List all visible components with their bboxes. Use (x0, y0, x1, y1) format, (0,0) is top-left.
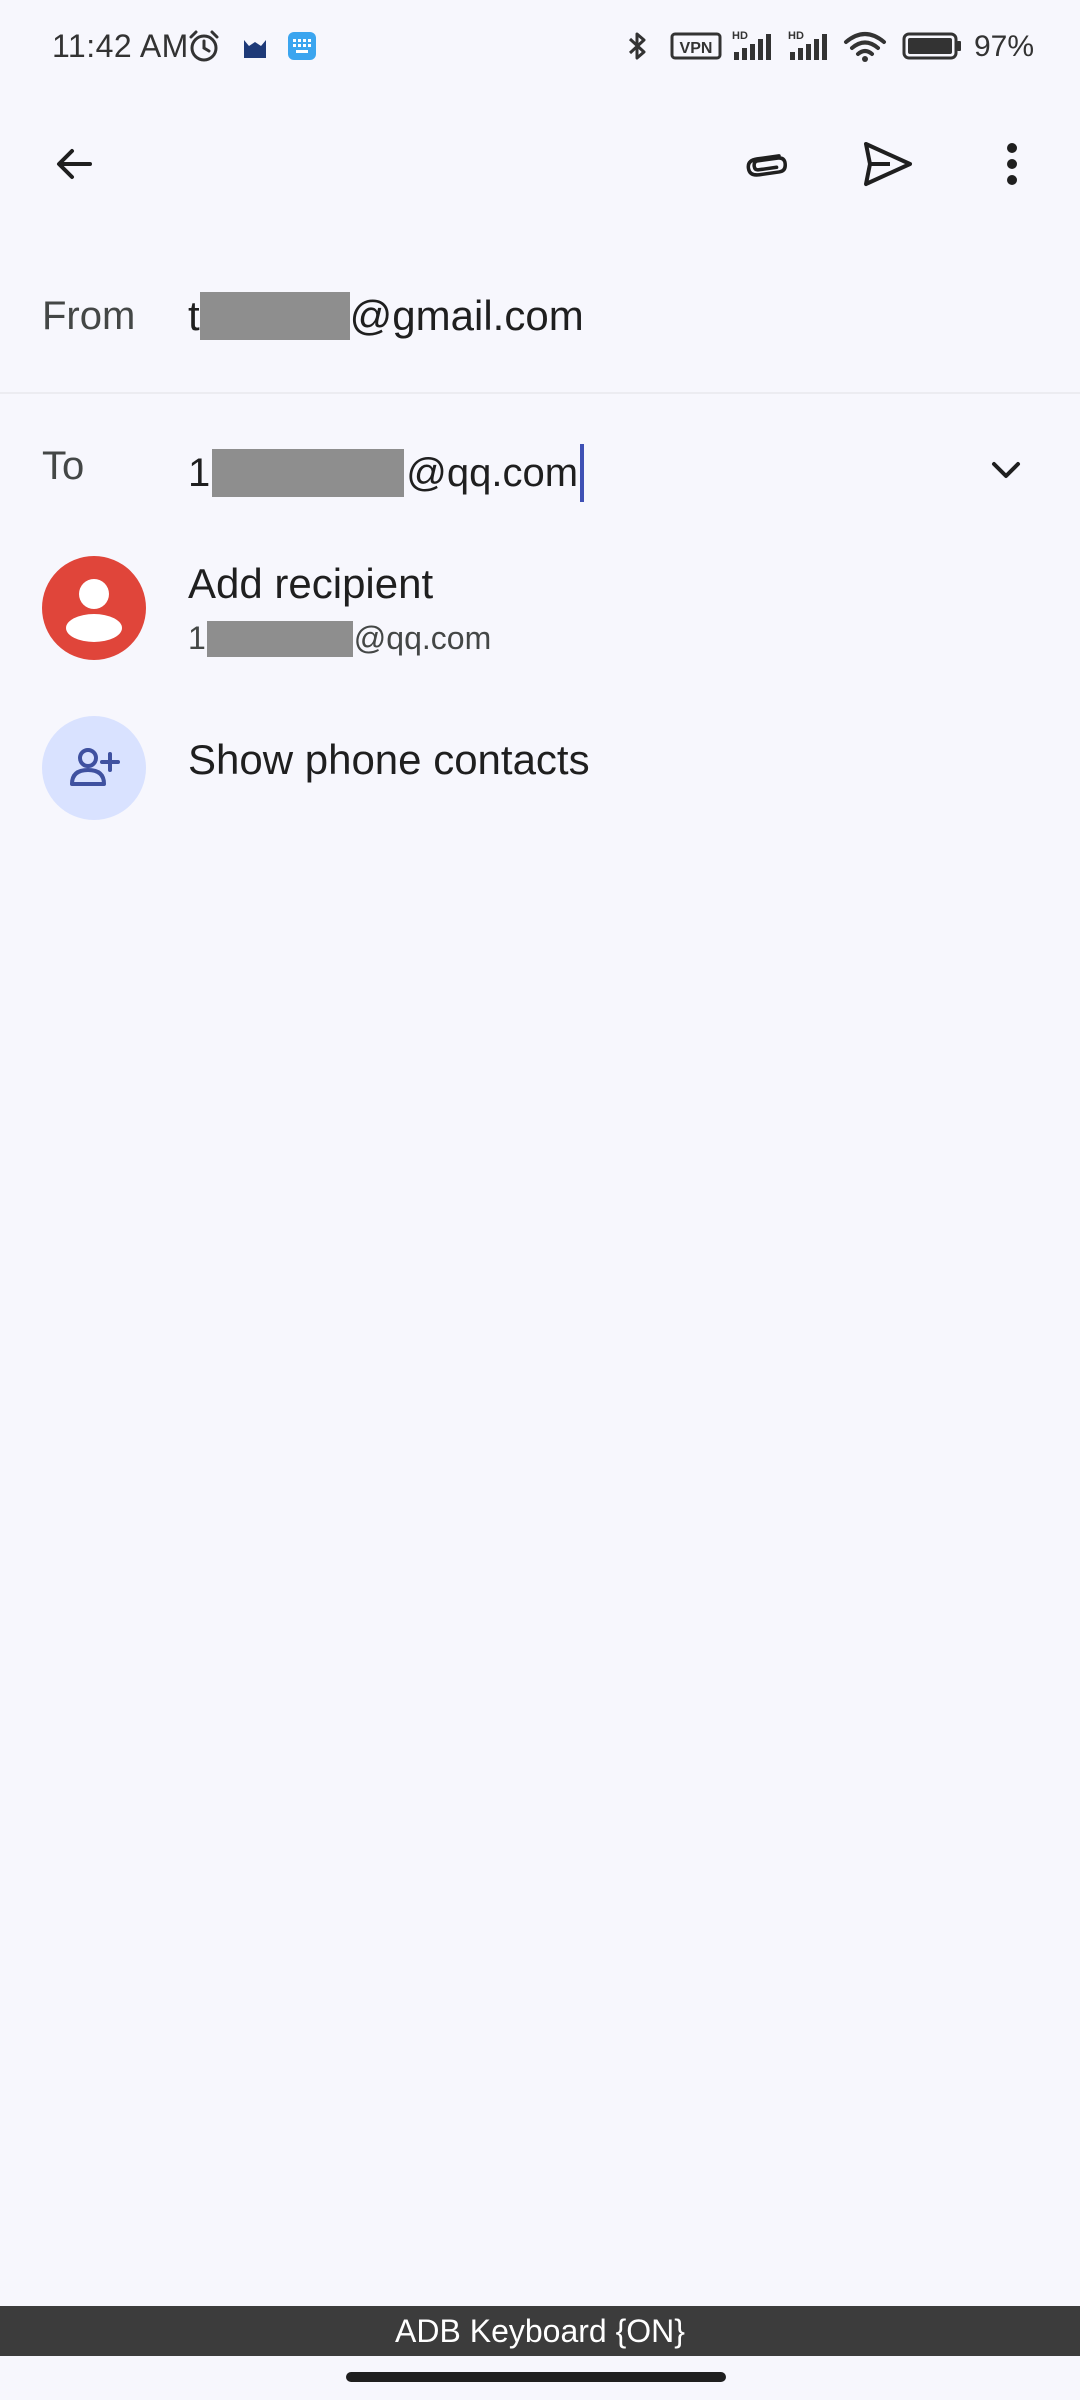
status-bar: 11:42 AM VPN HD HD 97% (0, 0, 1080, 96)
person-add-icon (70, 748, 120, 786)
to-suffix: @qq.com (406, 450, 579, 495)
signal-icon-2: HD (788, 30, 827, 60)
app-notification-icon (244, 40, 266, 58)
paperclip-icon (746, 154, 787, 177)
add-recipient-suggestion[interactable]: Add recipient 1 @qq.com (0, 548, 1080, 678)
battery-icon (902, 32, 961, 60)
suggested-email-suffix: @qq.com (353, 620, 492, 656)
keyboard-notification-icon (288, 32, 316, 60)
suggested-email-prefix: 1 (188, 620, 206, 656)
alarm-icon (189, 30, 219, 62)
divider (0, 392, 1080, 394)
svg-text:HD: HD (732, 30, 748, 42)
arrow-back-icon (57, 149, 92, 179)
back-button[interactable] (34, 124, 114, 204)
from-prefix: t (188, 292, 200, 339)
redaction-block (206, 620, 353, 657)
chevron-down-icon (992, 462, 1020, 478)
from-suffix: @gmail.com (349, 292, 584, 339)
attach-button[interactable] (724, 124, 804, 204)
text-cursor (580, 444, 585, 502)
suggested-email: 1 @qq.com (188, 620, 491, 657)
battery-percent: 97% (974, 30, 1035, 63)
send-button[interactable] (848, 124, 928, 204)
to-input[interactable]: 1 @qq.com (188, 444, 585, 502)
send-icon (864, 142, 912, 186)
from-account-selector[interactable]: t @gmail.com (188, 291, 584, 340)
vpn-icon: VPN (670, 32, 722, 60)
add-recipient-label: Add recipient (188, 560, 434, 607)
expand-recipients-button[interactable] (976, 440, 1036, 500)
to-prefix: 1 (188, 450, 211, 495)
bluetooth-icon (628, 32, 646, 60)
to-label: To (42, 444, 85, 488)
avatar (42, 556, 146, 660)
svg-text:VPN: VPN (680, 40, 713, 57)
signal-icon: HD (732, 30, 771, 60)
show-phone-contacts-label: Show phone contacts (188, 736, 590, 783)
more-vert-icon (1007, 143, 1017, 185)
contacts-avatar (42, 716, 146, 820)
keyboard-status-bar: ADB Keyboard {ON} (0, 2306, 1080, 2356)
redaction-block (199, 291, 350, 340)
person-icon (66, 579, 122, 642)
home-indicator[interactable] (346, 2372, 726, 2382)
redaction-block (212, 449, 405, 497)
svg-text:HD: HD (788, 30, 804, 42)
status-time: 11:42 AM (52, 28, 189, 64)
show-phone-contacts-button[interactable]: Show phone contacts (0, 708, 1080, 820)
compose-toolbar (0, 110, 1080, 220)
more-options-button[interactable] (972, 124, 1052, 204)
wifi-icon (844, 32, 886, 62)
from-label: From (42, 294, 136, 338)
